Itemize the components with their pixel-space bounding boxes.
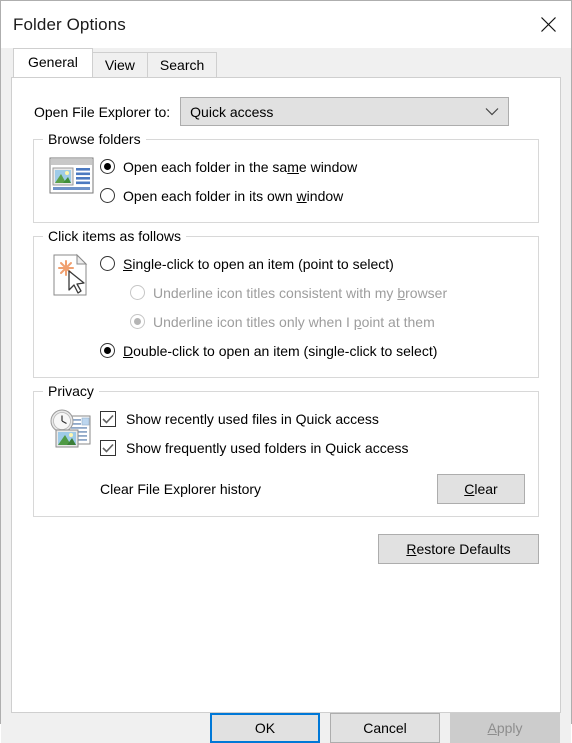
restore-defaults-row: Restore Defaults — [12, 534, 539, 564]
tab-strip: General View Search — [1, 48, 571, 77]
privacy-options: Show recently used files in Quick access… — [100, 404, 528, 504]
browse-folders-group: Browse folders Open each folder in the s… — [33, 131, 539, 223]
radio-open-own-window-label: Open each folder in its own window — [123, 187, 344, 204]
radio-double-click[interactable]: Double-click to open an item (single-cli… — [100, 336, 528, 365]
folder-options-dialog: Folder Options General View Search Open … — [0, 0, 572, 743]
click-items-group: Click items as follows Single-click to o… — [33, 228, 539, 378]
checkbox-indicator — [100, 410, 116, 427]
cancel-button-label: Cancel — [363, 720, 407, 736]
radio-open-same-window[interactable]: Open each folder in the same window — [100, 152, 528, 181]
radio-underline-on-point-label: Underline icon titles only when I point … — [153, 313, 435, 330]
checkbox-indicator — [100, 439, 116, 456]
radio-indicator — [130, 285, 145, 300]
apply-button-label: Apply — [487, 720, 523, 736]
radio-indicator — [100, 188, 115, 203]
clock-files-icon — [44, 404, 100, 452]
browse-folders-legend: Browse folders — [43, 131, 146, 147]
radio-underline-consistent[interactable]: Underline icon titles consistent with my… — [100, 278, 528, 307]
close-button[interactable] — [525, 2, 571, 48]
radio-indicator — [100, 343, 115, 358]
ok-button-label: OK — [254, 720, 276, 736]
radio-open-same-window-label: Open each folder in the same window — [123, 158, 358, 175]
chevron-down-icon — [485, 107, 499, 116]
open-explorer-select[interactable]: Quick access — [180, 97, 510, 126]
open-explorer-select-value: Quick access — [190, 103, 274, 120]
click-items-legend: Click items as follows — [43, 228, 187, 244]
checkbox-show-frequent-folders-label: Show frequently used folders in Quick ac… — [126, 439, 409, 456]
privacy-legend: Privacy — [43, 383, 99, 399]
radio-indicator — [100, 256, 115, 271]
tab-view[interactable]: View — [91, 52, 148, 77]
checkbox-show-frequent-folders[interactable]: Show frequently used folders in Quick ac… — [100, 433, 528, 462]
radio-underline-on-point[interactable]: Underline icon titles only when I point … — [100, 307, 528, 336]
general-tab-panel: Open File Explorer to: Quick access Brow… — [11, 77, 561, 713]
clear-history-row: Clear File Explorer history Clear — [100, 474, 528, 504]
open-explorer-row: Open File Explorer to: Quick access — [12, 78, 560, 126]
open-explorer-label: Open File Explorer to: — [34, 103, 171, 120]
apply-button[interactable]: Apply — [450, 713, 560, 743]
tab-search[interactable]: Search — [146, 52, 218, 77]
checkbox-show-recent-files-label: Show recently used files in Quick access — [126, 410, 379, 427]
tab-view-label: View — [104, 57, 135, 73]
ok-button[interactable]: OK — [210, 713, 320, 743]
dialog-footer: OK Cancel Apply — [1, 713, 571, 743]
radio-indicator — [100, 159, 115, 174]
restore-defaults-label: Restore Defaults — [406, 541, 511, 557]
radio-single-click-label: Single-click to open an item (point to s… — [123, 255, 394, 272]
radio-indicator — [130, 314, 145, 329]
close-icon — [540, 16, 557, 33]
checkbox-show-recent-files[interactable]: Show recently used files in Quick access — [100, 404, 528, 433]
radio-underline-consistent-label: Underline icon titles consistent with my… — [153, 284, 448, 301]
click-items-options: Single-click to open an item (point to s… — [100, 249, 528, 365]
privacy-group: Privacy Show recently used files in Quic… — [33, 383, 539, 517]
clear-button-label: Clear — [464, 481, 498, 497]
tab-general-label: General — [28, 54, 78, 70]
folder-window-icon — [44, 152, 100, 196]
radio-double-click-label: Double-click to open an item (single-cli… — [123, 342, 438, 359]
clear-history-label: Clear File Explorer history — [100, 481, 262, 497]
cancel-button[interactable]: Cancel — [330, 713, 440, 743]
tab-general[interactable]: General — [13, 48, 93, 77]
click-pointer-icon — [44, 249, 100, 299]
restore-defaults-button[interactable]: Restore Defaults — [378, 534, 539, 564]
radio-single-click[interactable]: Single-click to open an item (point to s… — [100, 249, 528, 278]
tab-search-label: Search — [159, 57, 205, 73]
radio-open-own-window[interactable]: Open each folder in its own window — [100, 181, 528, 210]
window-title: Folder Options — [13, 14, 126, 34]
clear-button[interactable]: Clear — [437, 474, 525, 504]
browse-folders-options: Open each folder in the same window Open… — [100, 152, 528, 210]
title-bar: Folder Options — [1, 1, 571, 48]
